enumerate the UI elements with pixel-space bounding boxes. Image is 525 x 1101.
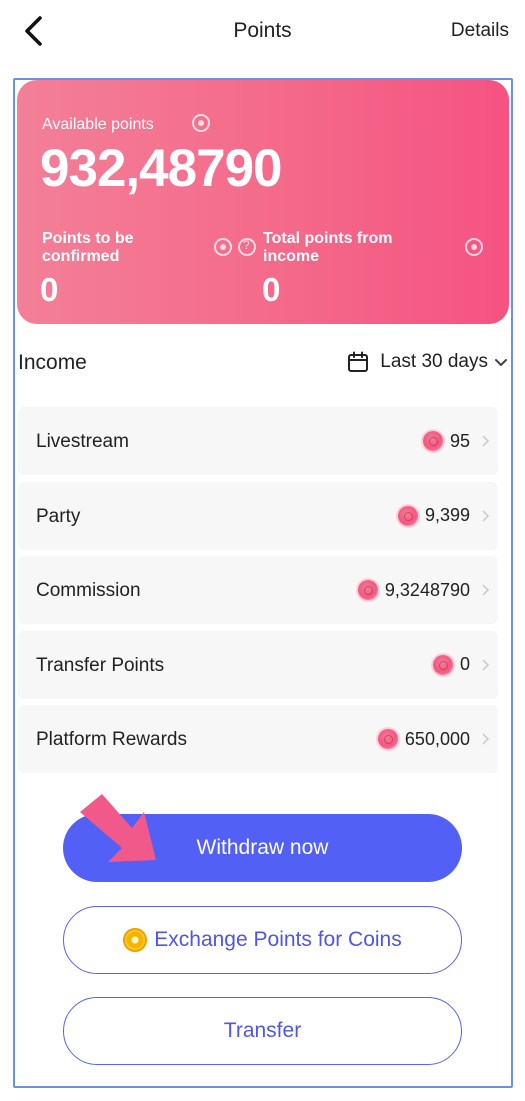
chevron-right-icon: [482, 733, 490, 745]
pending-points-label: Points to be confirmed: [42, 230, 134, 265]
details-link[interactable]: Details: [451, 20, 509, 42]
exchange-points-button[interactable]: Exchange Points for Coins: [63, 906, 462, 974]
point-gem-icon: [357, 580, 378, 600]
income-row-value: 95: [449, 430, 470, 451]
income-row-party[interactable]: Party 9,399: [18, 481, 498, 550]
income-row-value: 650,000: [404, 728, 470, 749]
point-info-icon: [465, 238, 483, 256]
point-gem-icon: [397, 505, 418, 526]
income-row-value: 9,3248790: [384, 579, 470, 600]
point-info-icon[interactable]: [192, 114, 210, 132]
app-header: Points Details: [0, 0, 525, 62]
date-range-label: Last 30 days: [380, 351, 488, 372]
calendar-icon: [348, 351, 369, 372]
income-row-label: Platform Rewards: [36, 729, 187, 750]
point-info-icon: [214, 238, 232, 256]
point-gem-icon: [432, 654, 453, 675]
income-row-label: Transfer Points: [36, 654, 165, 676]
withdraw-button[interactable]: Withdraw now: [63, 814, 462, 882]
income-row-commission[interactable]: Commission 9,3248790: [18, 556, 498, 624]
page-title: Points: [233, 19, 292, 42]
income-total-value: 0: [262, 271, 281, 308]
coin-icon: [123, 928, 148, 952]
income-row-value: 0: [459, 654, 470, 674]
income-row-value: 9,399: [424, 505, 470, 525]
chevron-right-icon: [482, 584, 490, 596]
income-row-platform-rewards[interactable]: Platform Rewards 650,000: [18, 705, 498, 773]
income-list: Livestream 95 Party 9,399 Commission 9,3…: [18, 407, 498, 780]
income-row-label: Party: [36, 505, 81, 527]
point-gem-icon: [422, 431, 443, 451]
transfer-button-label: Transfer: [223, 1019, 302, 1042]
chevron-right-icon: [482, 435, 490, 447]
points-card: Available points 932,48790 Points to be …: [17, 80, 509, 324]
help-icon[interactable]: [238, 238, 256, 256]
income-title: Income: [18, 351, 87, 374]
income-row-livestream[interactable]: Livestream 95: [18, 407, 498, 475]
date-range-selector[interactable]: Last 30 days: [347, 348, 509, 376]
income-total-label: Total points from income: [263, 230, 393, 265]
income-row-transfer-points[interactable]: Transfer Points 0: [18, 630, 498, 699]
chevron-right-icon: [482, 509, 490, 522]
exchange-button-label: Exchange Points for Coins: [154, 928, 402, 951]
chevron-down-icon: [495, 359, 507, 366]
available-points-label: Available points: [42, 116, 154, 133]
withdraw-button-label: Withdraw now: [196, 836, 329, 859]
chevron-right-icon: [482, 658, 490, 671]
available-points-value: 932,48790: [40, 139, 283, 198]
point-gem-icon: [377, 729, 398, 749]
pending-points-value: 0: [40, 271, 59, 308]
transfer-button[interactable]: Transfer: [63, 997, 462, 1065]
income-row-label: Livestream: [36, 431, 129, 452]
income-row-label: Commission: [36, 580, 141, 601]
